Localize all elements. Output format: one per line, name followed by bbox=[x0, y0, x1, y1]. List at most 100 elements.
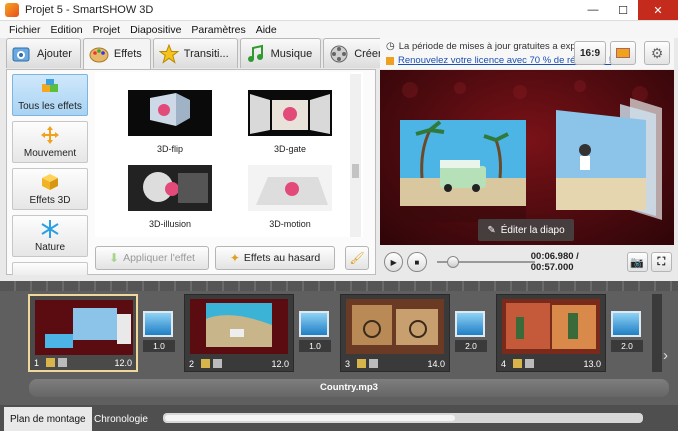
pencil-icon: ✎ bbox=[487, 224, 496, 236]
main-tabs: Ajouter Effets Transiti... Musique Créer bbox=[6, 38, 393, 69]
category-mouvement[interactable]: Mouvement bbox=[12, 121, 88, 163]
seek-thumb[interactable] bbox=[446, 256, 459, 268]
slide-4[interactable]: 4 13.0 bbox=[496, 294, 606, 372]
tab-musique[interactable]: Musique bbox=[239, 38, 322, 68]
tab-chronologie[interactable]: Chronologie bbox=[88, 407, 154, 431]
category-nature[interactable]: Nature bbox=[12, 215, 88, 257]
monitor-icon bbox=[616, 48, 630, 58]
time-readout: 00:06.980 / 00:57.000 bbox=[530, 251, 579, 273]
maximize-button[interactable]: ☐ bbox=[608, 0, 638, 20]
fullscreen-button[interactable]: ⛶ bbox=[650, 252, 673, 272]
gear-icon: ⚙ bbox=[650, 44, 664, 61]
menu-fichier[interactable]: Fichier bbox=[9, 24, 41, 36]
effect-3d-illusion[interactable]: 3D-illusion bbox=[115, 165, 225, 229]
effect-thumbnail bbox=[128, 165, 212, 211]
slide-1[interactable]: 1 12.0 bbox=[28, 294, 138, 372]
close-button[interactable]: ✕ bbox=[638, 0, 678, 20]
transition-4[interactable]: 2.0 bbox=[611, 311, 643, 355]
edit-icon[interactable] bbox=[46, 358, 55, 367]
player-controls: ▶ ■ 00:06.980 / 00:57.000 📷 ⛶ bbox=[380, 248, 674, 276]
effect-thumbnail bbox=[248, 90, 332, 136]
play-button[interactable]: ▶ bbox=[384, 252, 404, 272]
settings-button[interactable]: ⚙ bbox=[644, 41, 670, 65]
license-notice: ◷ La période de mises à jour gratuites a… bbox=[380, 38, 674, 69]
scrollbar-thumb[interactable] bbox=[165, 415, 455, 421]
music-note-icon bbox=[245, 43, 267, 65]
audio-icon[interactable] bbox=[213, 359, 222, 368]
menu-projet[interactable]: Projet bbox=[93, 24, 120, 36]
film-reel-icon bbox=[328, 43, 350, 65]
transition-thumbnail bbox=[611, 311, 641, 337]
app-logo-icon bbox=[5, 3, 19, 17]
stop-icon: ■ bbox=[414, 257, 420, 267]
update-notice-text: La période de mises à jour gratuites a e… bbox=[398, 41, 589, 52]
edit-icon[interactable] bbox=[357, 359, 366, 368]
edit-icon[interactable] bbox=[513, 359, 522, 368]
seek-slider[interactable] bbox=[436, 255, 535, 269]
audio-icon[interactable] bbox=[369, 359, 378, 368]
play-icon: ▶ bbox=[390, 257, 397, 267]
expand-icon: ⛶ bbox=[657, 255, 666, 268]
tab-plan-de-montage[interactable]: Plan de montage bbox=[4, 407, 92, 431]
magic-wand-icon: ✦ bbox=[229, 251, 240, 265]
brush-icon: 🖌 bbox=[349, 251, 365, 265]
move-arrows-icon bbox=[41, 126, 59, 144]
menu-aide[interactable]: Aide bbox=[256, 24, 277, 36]
effects-panel: Tous les effets Mouvement Effets 3D Natu… bbox=[6, 69, 376, 275]
transition-thumbnail bbox=[455, 311, 485, 337]
apply-effect-button[interactable]: ⬇ Appliquer l'effet bbox=[95, 246, 209, 270]
random-effects-button[interactable]: ✦ Effets au hasard bbox=[215, 246, 335, 270]
transition-2[interactable]: 1.0 bbox=[299, 311, 331, 355]
stop-button[interactable]: ■ bbox=[407, 252, 427, 272]
menu-parametres[interactable]: Paramètres bbox=[191, 24, 245, 36]
timeline-ruler bbox=[0, 281, 678, 291]
audio-track[interactable]: Country.mp3 bbox=[29, 379, 669, 397]
star-icon bbox=[158, 43, 180, 65]
slide-5-partial[interactable] bbox=[652, 294, 662, 372]
window-title: Projet 5 - SmartSHOW 3D bbox=[25, 4, 154, 16]
category-tous-les-effets[interactable]: Tous les effets bbox=[12, 74, 88, 116]
clock-icon: ◷ bbox=[386, 41, 395, 52]
brush-button[interactable]: 🖌 bbox=[345, 246, 369, 270]
storyboard: 1 12.0 1.0 2 12.0 1.0 3 14.0 2.0 4 13.0 2.0 … bbox=[0, 281, 678, 431]
timeline-scrollbar[interactable] bbox=[163, 413, 643, 423]
category-effets-3d[interactable]: Effets 3D bbox=[12, 168, 88, 210]
menu-diapositive[interactable]: Diapositive bbox=[130, 24, 181, 36]
slide-thumbnail bbox=[35, 300, 133, 355]
minimize-button[interactable]: — bbox=[578, 0, 608, 20]
effect-thumbnail bbox=[248, 165, 332, 211]
puzzle-icon bbox=[42, 79, 58, 92]
aspect-ratio-button[interactable]: 16:9 bbox=[574, 41, 606, 65]
fullscreen-preview-button[interactable] bbox=[610, 41, 636, 65]
tab-effets[interactable]: Effets bbox=[82, 38, 151, 69]
effect-thumbnail bbox=[128, 90, 212, 136]
slide-3[interactable]: 3 14.0 bbox=[340, 294, 450, 372]
effects-scrollbar[interactable] bbox=[350, 74, 361, 237]
effects-grid: 3D-flip 3D-gate 3D-illusion 3D-motion bbox=[95, 72, 363, 237]
audio-icon[interactable] bbox=[58, 358, 67, 367]
menu-edition[interactable]: Edition bbox=[51, 24, 83, 36]
title-bar: Projet 5 - SmartSHOW 3D — ☐ ✕ bbox=[0, 0, 678, 21]
slide-2[interactable]: 2 12.0 bbox=[184, 294, 294, 372]
edit-icon[interactable] bbox=[201, 359, 210, 368]
tab-ajouter[interactable]: Ajouter bbox=[6, 38, 81, 68]
effect-3d-gate[interactable]: 3D-gate bbox=[235, 90, 345, 154]
scrollbar-thumb[interactable] bbox=[352, 164, 359, 178]
cube-icon bbox=[42, 174, 58, 190]
slide-thumbnail bbox=[190, 299, 288, 354]
audio-icon[interactable] bbox=[525, 359, 534, 368]
category-more[interactable] bbox=[12, 262, 88, 275]
tab-transitions[interactable]: Transiti... bbox=[152, 38, 238, 68]
bottom-bar: Plan de montage Chronologie bbox=[0, 405, 678, 431]
snapshot-button[interactable]: 📷 bbox=[626, 252, 648, 272]
category-list: Tous les effets Mouvement Effets 3D Natu… bbox=[9, 72, 91, 275]
chevron-right-icon[interactable]: › bbox=[663, 347, 668, 364]
transition-1[interactable]: 1.0 bbox=[143, 311, 175, 355]
snowflake-icon bbox=[41, 220, 59, 238]
effect-3d-motion[interactable]: 3D-motion bbox=[235, 165, 345, 229]
effect-3d-flip[interactable]: 3D-flip bbox=[115, 90, 225, 154]
transition-3[interactable]: 2.0 bbox=[455, 311, 487, 355]
arrow-down-icon: ⬇ bbox=[109, 251, 120, 265]
edit-slide-button[interactable]: ✎ Éditer la diapo bbox=[478, 219, 574, 241]
slide-thumbnail bbox=[346, 299, 444, 354]
